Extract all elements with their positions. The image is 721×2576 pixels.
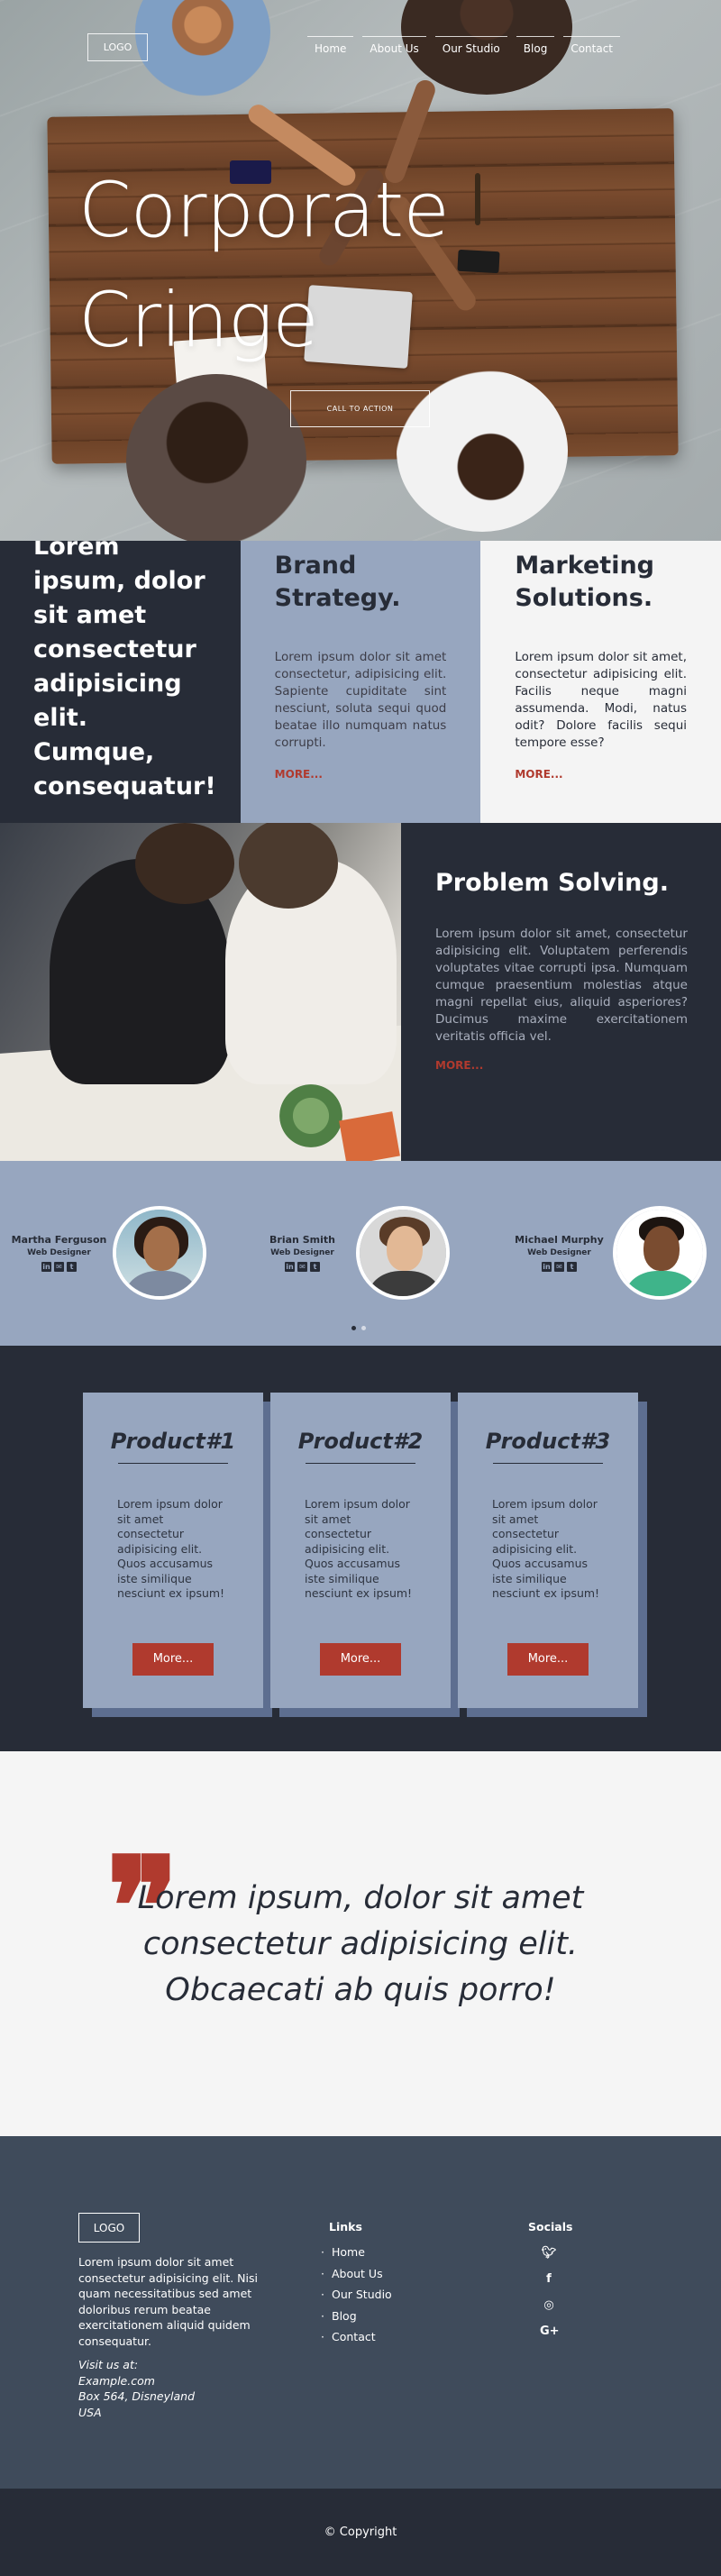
problem-solving-title: Problem Solving. bbox=[435, 869, 669, 897]
nav-home[interactable]: Home bbox=[306, 36, 354, 59]
product-text: Lorem ipsum dolor sit amet consectetur a… bbox=[117, 1497, 225, 1600]
nav-blog[interactable]: Blog bbox=[516, 36, 555, 59]
marketing-solutions-title: Marketing Solutions. bbox=[515, 552, 655, 612]
product-divider bbox=[118, 1463, 228, 1464]
logo[interactable]: LOGO bbox=[87, 33, 148, 61]
product-more-button[interactable]: More... bbox=[132, 1642, 214, 1676]
product-title: Product#2 bbox=[297, 1429, 424, 1454]
member-name: Brian Smith bbox=[269, 1234, 335, 1246]
marketing-solutions-text: Lorem ipsum dolor sit amet, consectetur … bbox=[515, 650, 688, 750]
linkedin-icon[interactable]: in bbox=[542, 1262, 552, 1272]
office-team-image bbox=[0, 823, 401, 1161]
member-role: Web Designer bbox=[527, 1248, 591, 1257]
carousel-dot[interactable] bbox=[361, 1326, 366, 1330]
quote-section: ❞ Lorem ipsum, dolor sit amet consectetu… bbox=[0, 1751, 721, 2136]
brand-strategy-title: Brand Strategy. bbox=[274, 552, 401, 612]
footer-logo[interactable]: LOGO bbox=[78, 2213, 140, 2243]
features-row: Lorem ipsum, dolor sit amet consectetur … bbox=[0, 541, 721, 823]
linkedin-icon[interactable]: in bbox=[285, 1262, 295, 1272]
email-icon[interactable]: ✉ bbox=[297, 1262, 307, 1272]
footer-link-contact[interactable]: Contact bbox=[321, 2326, 392, 2348]
product-text: Lorem ipsum dolor sit amet consectetur a… bbox=[305, 1497, 413, 1600]
product-card: Product#1 Lorem ipsum dolor sit amet con… bbox=[83, 1393, 272, 1708]
navbar: LOGO Home About Us Our Studio Blog Conta… bbox=[0, 0, 721, 95]
product-text: Lorem ipsum dolor sit amet consectetur a… bbox=[492, 1497, 600, 1600]
hero-title-line1: Corporate bbox=[78, 166, 450, 254]
footer-link-our-studio[interactable]: Our Studio bbox=[321, 2284, 392, 2306]
marketing-solutions-panel: Marketing Solutions. Lorem ipsum dolor s… bbox=[480, 541, 721, 823]
problem-solving-more-link[interactable]: MORE... bbox=[435, 1059, 483, 1072]
member-role: Web Designer bbox=[27, 1248, 91, 1257]
footer-link-home[interactable]: Home bbox=[321, 2242, 392, 2263]
main-nav: Home About Us Our Studio Blog Contact bbox=[298, 36, 620, 59]
address-line: Visit us at: bbox=[78, 2358, 139, 2371]
footer-links: Home About Us Our Studio Blog Contact bbox=[321, 2242, 392, 2348]
product-title: Product#1 bbox=[110, 1429, 236, 1454]
intro-text: Lorem ipsum, dolor sit amet consectetur … bbox=[33, 541, 216, 800]
nav-about-us[interactable]: About Us bbox=[362, 36, 426, 59]
nav-our-studio[interactable]: Our Studio bbox=[434, 36, 507, 59]
address-line: USA bbox=[78, 2405, 102, 2419]
footer-address: Visit us at: Example.com Box 564, Disney… bbox=[78, 2357, 259, 2420]
brand-strategy-more-link[interactable]: MORE... bbox=[275, 768, 323, 781]
twitter-icon[interactable]: t bbox=[67, 1262, 77, 1272]
problem-solving-text: Lorem ipsum dolor sit amet, consectetur … bbox=[435, 927, 688, 1044]
team-section: Martha Ferguson Web Designer in ✉ t Bria… bbox=[0, 1161, 721, 1346]
product-card: Product#2 Lorem ipsum dolor sit amet con… bbox=[270, 1393, 460, 1708]
product-more-button[interactable]: More... bbox=[507, 1642, 589, 1676]
hero-title: Corporate Cringe bbox=[78, 155, 450, 375]
avatar bbox=[613, 1206, 707, 1300]
address-line[interactable]: Example.com bbox=[78, 2373, 259, 2389]
team-member-card: Martha Ferguson Web Designer in ✉ t bbox=[7, 1206, 206, 1300]
member-name: Martha Ferguson bbox=[11, 1234, 107, 1246]
instagram-icon[interactable]: ◎ bbox=[540, 2292, 558, 2318]
brand-strategy-panel: Brand Strategy. Lorem ipsum dolor sit am… bbox=[240, 541, 481, 823]
product-card: Product#3 Lorem ipsum dolor sit amet con… bbox=[458, 1393, 647, 1708]
member-name: Michael Murphy bbox=[515, 1234, 604, 1246]
footer: LOGO Lorem ipsum dolor sit amet consecte… bbox=[0, 2136, 721, 2489]
team-member-card: Michael Murphy Web Designer in ✉ t bbox=[507, 1206, 707, 1300]
nav-contact[interactable]: Contact bbox=[563, 36, 620, 59]
facebook-icon[interactable]: f bbox=[540, 2266, 558, 2292]
twitter-icon[interactable]: t bbox=[310, 1262, 320, 1272]
product-title: Product#3 bbox=[485, 1429, 611, 1454]
footer-links-heading: Links bbox=[329, 2220, 362, 2233]
twitter-icon[interactable]: t bbox=[567, 1262, 577, 1272]
footer-about-text: Lorem ipsum dolor sit amet consectetur a… bbox=[78, 2255, 258, 2348]
call-to-action-button[interactable]: CALL TO ACTION bbox=[290, 390, 430, 427]
footer-socials-heading: Socials bbox=[528, 2220, 573, 2233]
avatar bbox=[356, 1206, 450, 1300]
email-icon[interactable]: ✉ bbox=[554, 1262, 564, 1272]
products-section: Product#1 Lorem ipsum dolor sit amet con… bbox=[0, 1346, 721, 1751]
copyright-bar: © Copyright bbox=[0, 2489, 721, 2576]
google-plus-icon[interactable]: G+ bbox=[540, 2318, 560, 2344]
copyright-text: © Copyright bbox=[324, 2526, 397, 2539]
address-line: Box 564, Disneyland bbox=[78, 2389, 196, 2403]
footer-link-blog[interactable]: Blog bbox=[321, 2306, 392, 2327]
footer-link-about-us[interactable]: About Us bbox=[321, 2263, 392, 2285]
product-more-button[interactable]: More... bbox=[320, 1642, 401, 1676]
carousel-dots bbox=[351, 1326, 366, 1330]
footer-socials: 🐦︎ f ◎ G+ bbox=[540, 2240, 560, 2344]
hero-section: LOGO Home About Us Our Studio Blog Conta… bbox=[0, 0, 721, 541]
brand-strategy-text: Lorem ipsum dolor sit amet consectetur, … bbox=[274, 650, 447, 750]
email-icon[interactable]: ✉ bbox=[54, 1262, 64, 1272]
avatar bbox=[113, 1206, 206, 1300]
team-member-card: Brian Smith Web Designer in ✉ t bbox=[251, 1206, 450, 1300]
intro-panel: Lorem ipsum, dolor sit amet consectetur … bbox=[0, 541, 241, 823]
member-role: Web Designer bbox=[270, 1248, 334, 1257]
linkedin-icon[interactable]: in bbox=[41, 1262, 51, 1272]
carousel-dot-active[interactable] bbox=[351, 1326, 356, 1330]
hero-title-line2: Cringe bbox=[78, 276, 319, 364]
problem-solving-row: Problem Solving. Lorem ipsum dolor sit a… bbox=[0, 823, 721, 1161]
problem-solving-panel: Problem Solving. Lorem ipsum dolor sit a… bbox=[401, 823, 721, 1161]
quote-text: Lorem ipsum, dolor sit amet consectetur … bbox=[137, 1880, 584, 2008]
product-divider bbox=[306, 1463, 415, 1464]
twitter-icon[interactable]: 🐦︎ bbox=[540, 2240, 558, 2266]
product-divider bbox=[493, 1463, 603, 1464]
marketing-solutions-more-link[interactable]: MORE... bbox=[515, 768, 562, 781]
